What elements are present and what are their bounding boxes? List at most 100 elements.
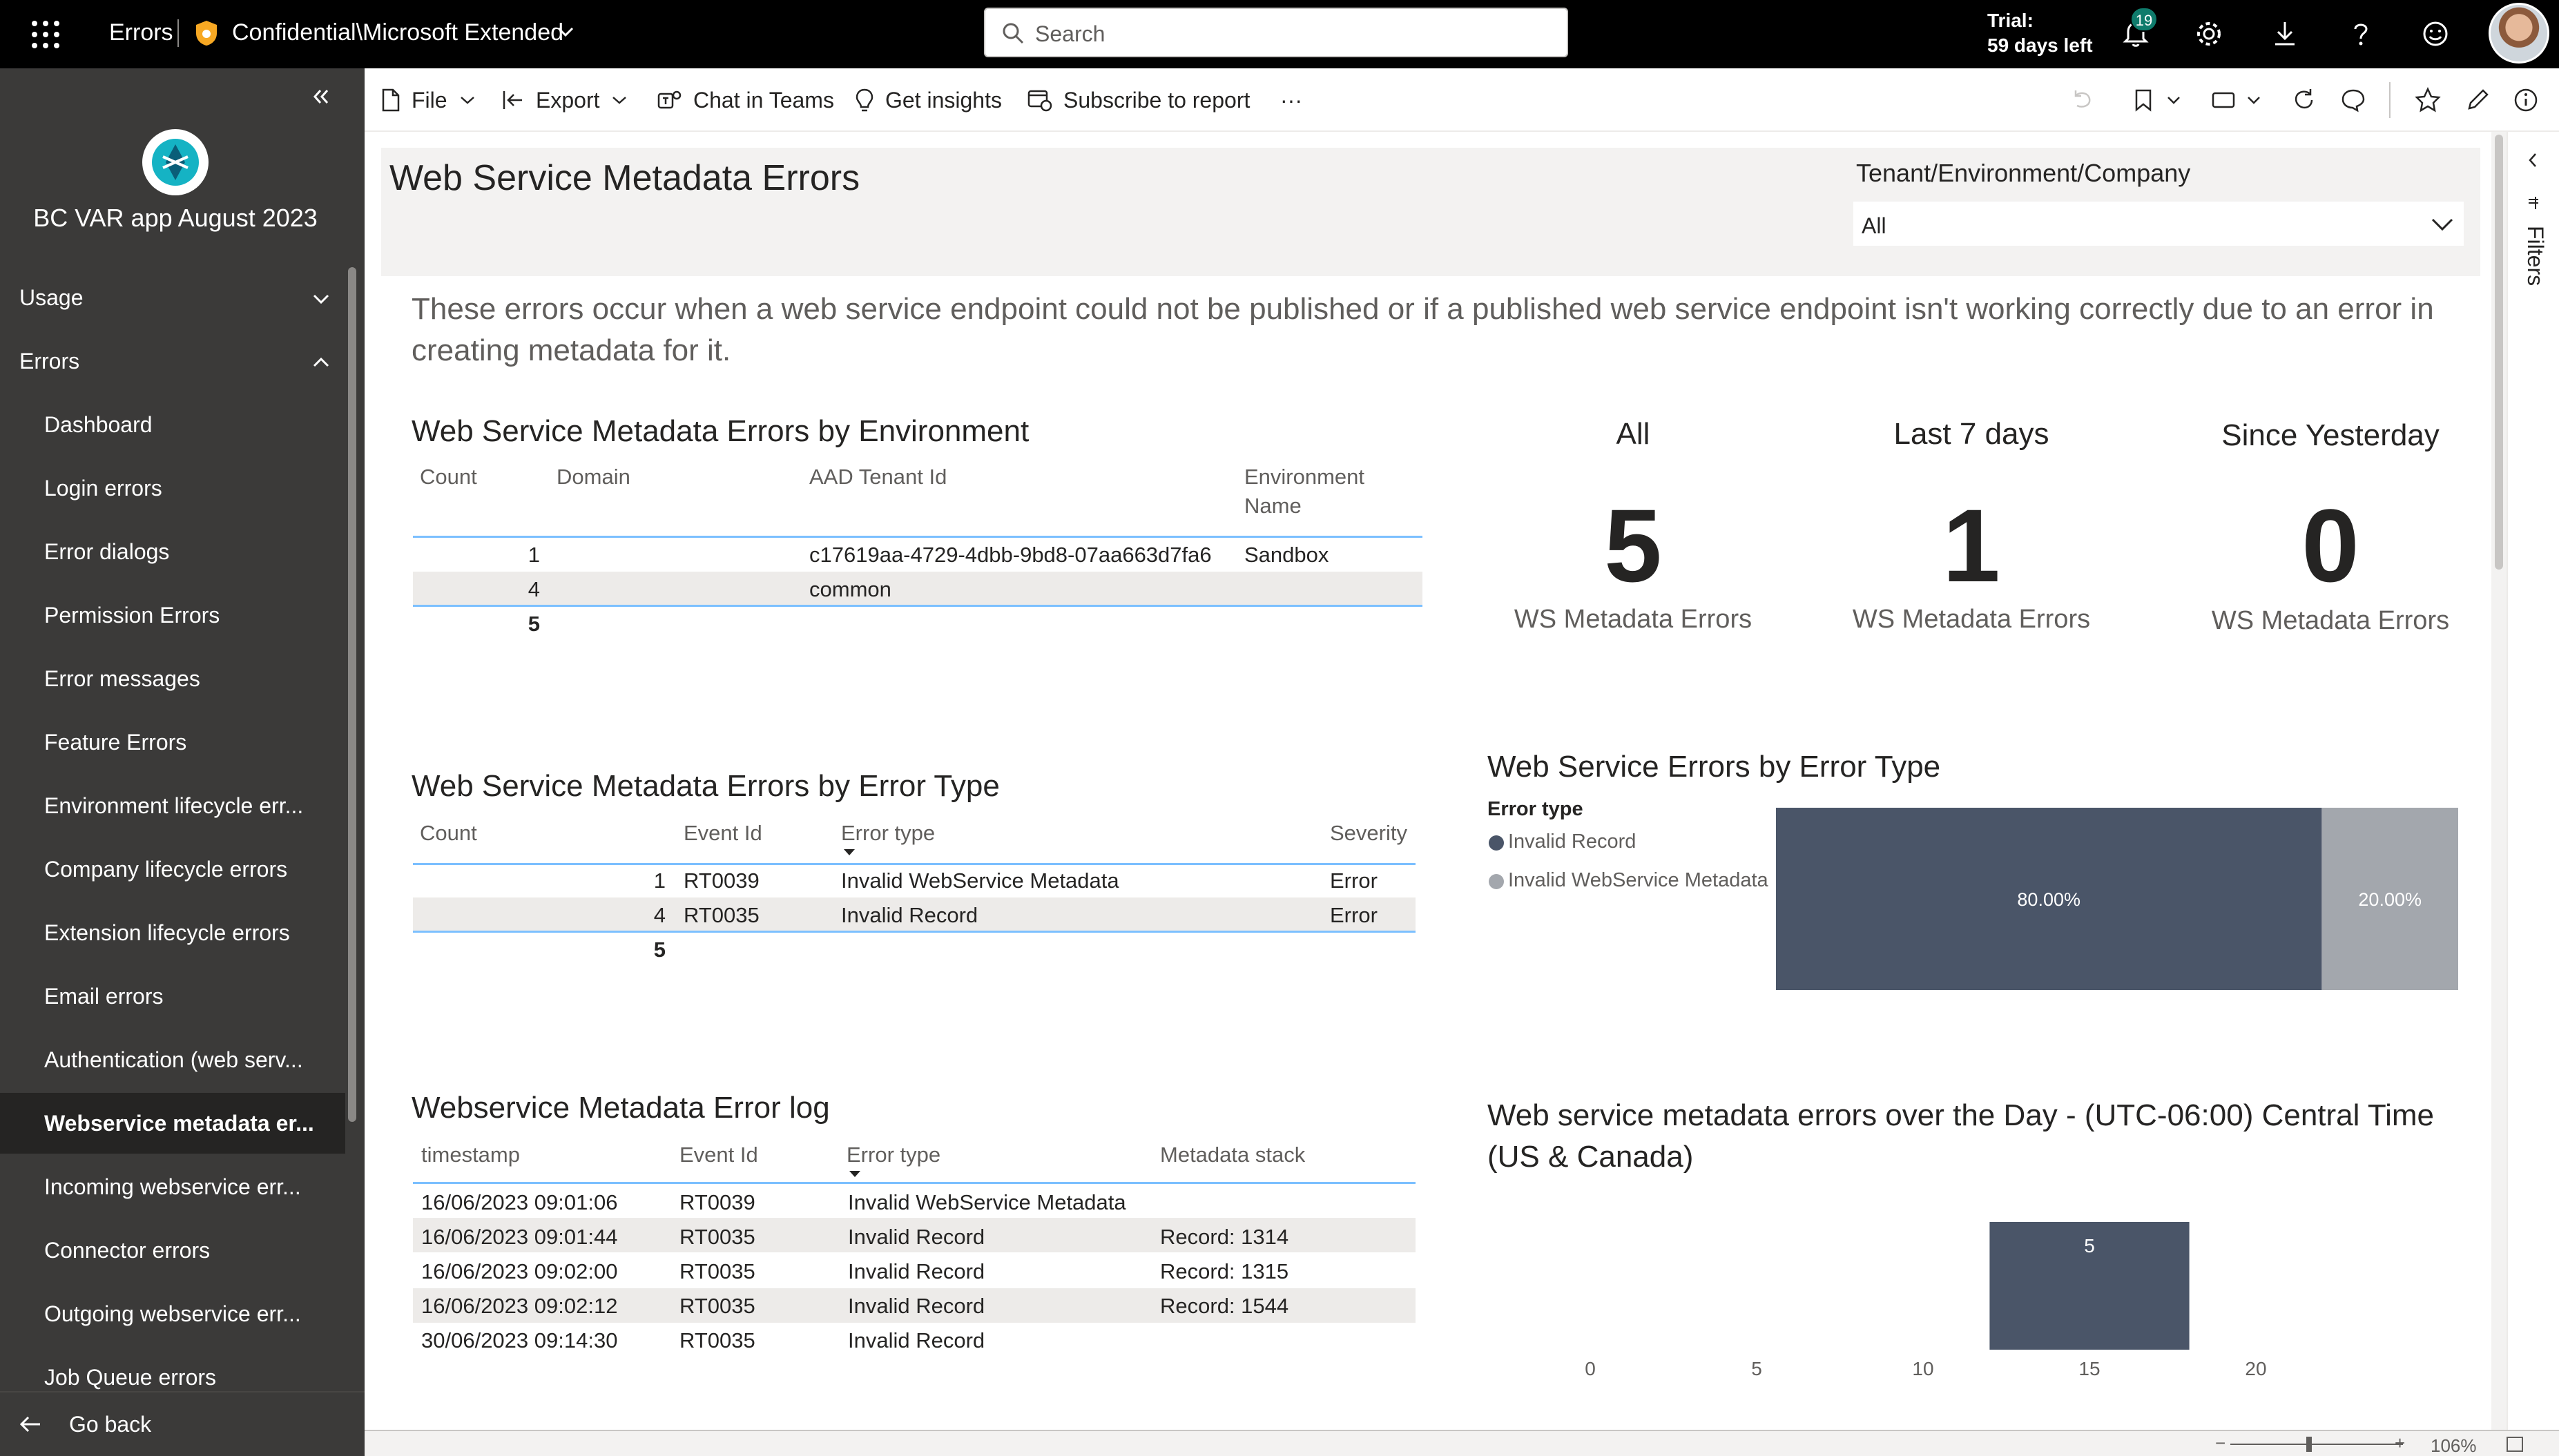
column-header[interactable]: Event Id <box>684 819 762 848</box>
zoom-slider-handle[interactable] <box>2306 1437 2312 1452</box>
column-header[interactable]: timestamp <box>421 1140 520 1169</box>
nav-section-usage[interactable]: Usage <box>19 285 84 311</box>
table-cell: Sandbox <box>1244 543 1329 567</box>
total-divider <box>413 605 1422 607</box>
sidebar-item-permission-errors[interactable]: Permission Errors <box>0 585 345 646</box>
column-header[interactable]: Error type <box>841 819 935 848</box>
kpi-label: WS Metadata Errors <box>1852 605 2091 634</box>
sidebar-item-email-errors[interactable]: Email errors <box>0 966 345 1027</box>
app-name[interactable]: Errors <box>109 19 173 46</box>
go-back-label: Go back <box>69 1412 152 1437</box>
star-icon[interactable] <box>2414 86 2442 114</box>
chat-in-teams-button[interactable]: Chat in Teams <box>657 86 834 114</box>
chevron-down-icon[interactable] <box>312 292 330 306</box>
search-input[interactable]: Search <box>984 8 1568 57</box>
file-label: File <box>412 87 447 113</box>
column-header[interactable]: Event Id <box>679 1140 758 1169</box>
zoom-in-button[interactable]: + <box>2395 1433 2405 1454</box>
sidebar-item-error-messages[interactable]: Error messages <box>0 648 345 709</box>
sidebar-item-job-queue[interactable]: Job Queue errors <box>0 1347 345 1391</box>
sidebar-item-incoming-webservice[interactable]: Incoming webservice err... <box>0 1156 345 1217</box>
table-cell: RT0039 <box>684 868 760 893</box>
edit-icon[interactable] <box>2464 86 2491 114</box>
help-icon[interactable] <box>2345 18 2377 50</box>
table-title-by-environment: Web Service Metadata Errors by Environme… <box>412 414 1030 448</box>
zoom-out-button[interactable]: − <box>2215 1433 2225 1454</box>
x-tick-label: 20 <box>2245 1358 2266 1379</box>
sidebar-item-extension-lifecycle[interactable]: Extension lifecycle errors <box>0 902 345 963</box>
expand-filters-icon[interactable] <box>2523 150 2544 171</box>
tenant-slicer-dropdown[interactable] <box>1853 202 2464 246</box>
sort-descending-icon[interactable] <box>848 1169 862 1178</box>
zoom-slider[interactable] <box>2230 1444 2403 1445</box>
filters-pane[interactable]: Filters <box>2507 132 2559 1430</box>
chevron-down-icon <box>460 97 474 104</box>
table-cell: RT0035 <box>679 1259 755 1283</box>
undo-icon[interactable] <box>2069 86 2096 114</box>
chevron-up-icon[interactable] <box>312 356 330 369</box>
sidebar-item-connector-errors[interactable]: Connector errors <box>0 1220 345 1281</box>
sensitivity-label[interactable]: Confidential\Microsoft Extended <box>232 19 563 46</box>
app-launcher-icon[interactable] <box>32 21 59 48</box>
arrow-left-icon <box>19 1416 40 1433</box>
view-icon[interactable] <box>2210 86 2237 114</box>
report-scrollbar[interactable] <box>2491 132 2507 1430</box>
refresh-icon[interactable] <box>2290 86 2317 114</box>
bookmark-icon[interactable] <box>2130 86 2157 114</box>
toolbar-divider <box>2389 82 2391 118</box>
fit-to-page-icon[interactable] <box>2505 1435 2524 1453</box>
table-title-error-log: Webservice Metadata Error log <box>412 1091 830 1125</box>
table-cell: Record: 1544 <box>1160 1294 1289 1318</box>
go-back-button[interactable]: Go back <box>0 1391 365 1456</box>
sidebar-item-login-errors[interactable]: Login errors <box>0 458 345 518</box>
sidebar-item-error-dialogs[interactable]: Error dialogs <box>0 521 345 582</box>
comment-icon[interactable] <box>2339 86 2367 114</box>
column-header[interactable]: Severity <box>1330 819 1407 848</box>
download-icon[interactable] <box>2269 18 2301 50</box>
sidebar-item-dashboard[interactable]: Dashboard <box>0 394 345 455</box>
table-cell: RT0035 <box>679 1225 755 1249</box>
get-insights-button[interactable]: Get insights <box>855 86 1002 114</box>
table-cell: Invalid Record <box>848 1294 985 1318</box>
more-options-button[interactable]: ··· <box>1280 86 1302 114</box>
table-total: 5 <box>653 938 666 962</box>
legend-item-invalid-record[interactable]: Invalid Record <box>1508 831 1636 853</box>
legend-item-invalid-webservice-metadata[interactable]: Invalid WebService Metadata <box>1508 869 1768 892</box>
column-header[interactable]: Error type <box>847 1140 940 1169</box>
column-header[interactable]: Count <box>420 463 477 492</box>
sidebar-item-outgoing-webservice[interactable]: Outgoing webservice err... <box>0 1283 345 1344</box>
legend-title: Error type <box>1487 798 1583 820</box>
file-menu-button[interactable]: File <box>381 86 486 114</box>
export-menu-button[interactable]: Export <box>503 86 638 114</box>
column-header[interactable]: Domain <box>557 463 630 492</box>
collapse-nav-icon[interactable] <box>309 85 333 108</box>
sidebar-item-webservice-metadata[interactable]: Webservice metadata er... <box>0 1093 345 1154</box>
nav-section-errors[interactable]: Errors <box>19 349 79 374</box>
sidebar-item-authentication[interactable]: Authentication (web serv... <box>0 1029 345 1090</box>
scroll-thumb[interactable] <box>2495 135 2503 570</box>
sidebar-item-company-lifecycle[interactable]: Company lifecycle errors <box>0 839 345 900</box>
feedback-smiley-icon[interactable] <box>2420 18 2451 50</box>
table-total: 5 <box>528 612 540 636</box>
sidebar-item-environment-lifecycle[interactable]: Environment lifecycle err... <box>0 775 345 836</box>
table-row[interactable] <box>413 572 1422 605</box>
total-divider <box>413 931 1416 933</box>
column-header[interactable]: AAD Tenant Id <box>809 463 947 492</box>
chevron-down-icon[interactable] <box>557 25 574 39</box>
avatar[interactable] <box>2489 3 2549 64</box>
column-header[interactable]: Environment Name <box>1244 463 1396 521</box>
chevron-down-icon[interactable] <box>2240 86 2268 114</box>
info-icon[interactable] <box>2512 86 2540 114</box>
chevron-down-icon[interactable] <box>2160 86 2188 114</box>
chevron-down-icon[interactable] <box>2431 217 2454 232</box>
column-header[interactable]: Count <box>420 819 477 848</box>
gear-icon[interactable] <box>2193 18 2225 50</box>
sidebar-item-feature-errors[interactable]: Feature Errors <box>0 712 345 773</box>
sidebar-scrollbar[interactable] <box>348 267 356 1122</box>
column-header[interactable]: Metadata stack <box>1160 1140 1305 1169</box>
table-cell: 1 <box>528 543 540 567</box>
sort-descending-icon[interactable] <box>842 848 856 856</box>
app-logo <box>142 129 209 195</box>
subscribe-button[interactable]: Subscribe to report <box>1027 86 1250 114</box>
table-cell: 16/06/2023 09:02:00 <box>421 1259 618 1283</box>
